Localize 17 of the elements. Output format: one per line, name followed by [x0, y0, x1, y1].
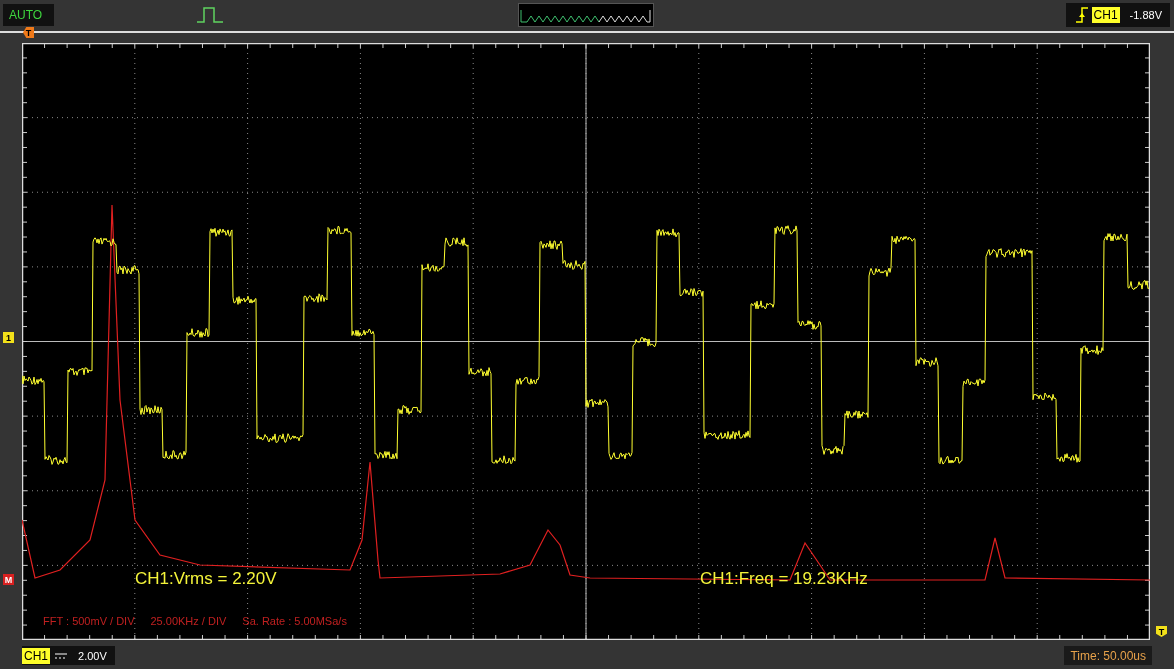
channel-label: CH1 — [22, 647, 50, 664]
measurement-readout: CH1:Vrms = 2.20V — [135, 569, 277, 589]
pulse-icon — [197, 6, 223, 24]
rising-edge-icon — [1075, 6, 1088, 24]
trigger-level-marker[interactable]: T — [1156, 626, 1167, 637]
channel-label: CH1 — [1091, 7, 1120, 23]
fft-info-text: Sa. Rate : 5.00MSa/s — [242, 615, 347, 627]
trigger-mode-display: AUTO — [3, 4, 54, 26]
fft-info-text: 25.00KHz / DIV — [150, 615, 227, 627]
vertical-scale: 2.00V — [78, 649, 107, 662]
timebase-readout: Time: 50.00us — [1064, 646, 1152, 665]
dc-coupling-icon — [54, 651, 68, 660]
trigger-position-marker[interactable]: T — [23, 27, 34, 38]
math-marker[interactable]: M — [3, 574, 14, 585]
channel-marker[interactable]: 1 — [3, 332, 14, 343]
fft-info-text: FFT : 500mV / DIV — [43, 615, 135, 627]
trigger-voltage: -1.88V — [1129, 9, 1162, 21]
